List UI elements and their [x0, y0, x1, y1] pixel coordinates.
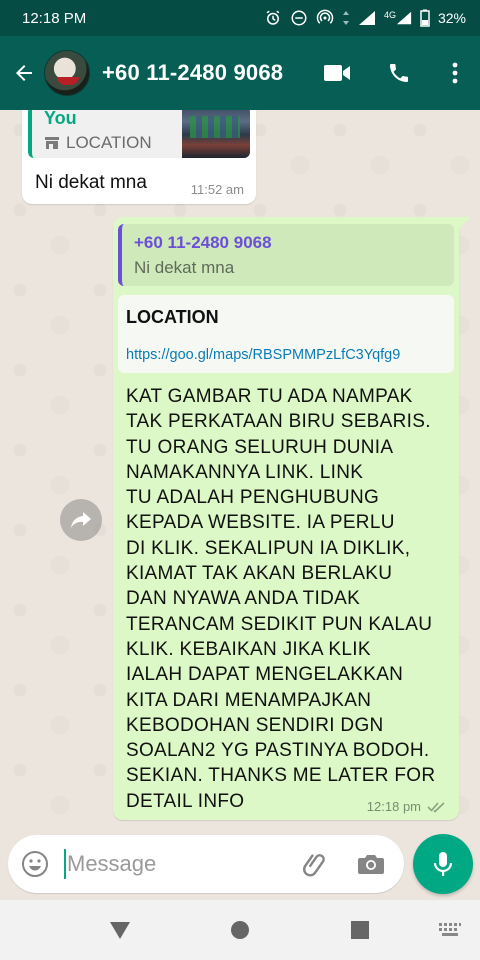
location-store-icon	[45, 137, 59, 149]
microphone-icon	[433, 852, 453, 876]
quoted-reply[interactable]: +60 11-2480 9068 Ni dekat mna	[118, 224, 454, 286]
quoted-text: Ni dekat mna	[134, 258, 235, 277]
video-call-icon	[324, 65, 350, 81]
nav-back-button[interactable]	[100, 900, 140, 960]
chat-header: +60 11-2480 9068	[0, 36, 480, 110]
link-url[interactable]: https://goo.gl/maps/RBSPMMPzLfC3Yqfg9	[126, 347, 400, 363]
voice-record-button[interactable]	[413, 834, 473, 894]
emoji-button[interactable]	[8, 835, 62, 893]
emoji-icon	[22, 851, 48, 877]
message-time: 11:52 am	[190, 182, 244, 197]
quoted-location-label: LOCATION	[66, 133, 152, 152]
more-options-button[interactable]	[430, 36, 480, 110]
contact-name[interactable]: +60 11-2480 9068	[102, 60, 283, 86]
message-text: KAT GAMBAR TU ADA NAMPAK TAK PERKATAAN B…	[126, 386, 436, 812]
nav-back-triangle-icon	[110, 922, 130, 939]
chat-area[interactable]: You LOCATION Ni dekat mna 11:52 am +60 1…	[0, 110, 480, 832]
keyboard-icon	[439, 923, 461, 936]
do-not-disturb-icon	[290, 9, 308, 27]
status-bar: 12:18 PM 4G 32%	[0, 0, 480, 36]
message-text: Ni dekat mna	[35, 172, 147, 193]
incoming-message[interactable]: You LOCATION Ni dekat mna 11:52 am	[22, 110, 256, 204]
hotspot-icon	[316, 9, 334, 27]
quoted-sender: You	[44, 110, 77, 128]
quoted-reply[interactable]: You LOCATION	[28, 110, 250, 158]
nav-home-circle-icon	[231, 921, 249, 939]
voice-call-icon	[390, 64, 408, 82]
nav-recents-square-icon	[351, 921, 369, 939]
signal-icon	[358, 10, 376, 26]
forward-arrow-icon	[71, 512, 91, 528]
more-options-icon	[452, 62, 458, 84]
video-call-button[interactable]	[306, 36, 368, 110]
voice-call-button[interactable]	[368, 36, 430, 110]
camera-button[interactable]	[343, 835, 399, 893]
avatar[interactable]	[44, 50, 90, 96]
system-nav-bar	[0, 900, 480, 960]
network-type-icon: 4G	[384, 10, 412, 26]
text-cursor	[64, 849, 66, 879]
network-type-label: 4G	[383, 10, 396, 20]
link-preview-title: LOCATION	[126, 307, 219, 327]
message-composer	[8, 835, 404, 893]
status-time: 12:18 PM	[22, 9, 87, 27]
message-meta: 12:18 pm	[367, 799, 447, 814]
attach-button[interactable]	[287, 835, 343, 893]
battery-percent: 32%	[437, 10, 466, 26]
nav-home-button[interactable]	[220, 900, 260, 960]
status-icons: 4G 32%	[264, 9, 466, 27]
message-input[interactable]	[67, 844, 287, 884]
location-thumbnail	[182, 110, 250, 158]
outgoing-message[interactable]: +60 11-2480 9068 Ni dekat mna LOCATION h…	[113, 217, 471, 820]
header-actions	[306, 36, 480, 110]
camera-icon	[358, 855, 384, 874]
message-time: 12:18 pm	[366, 799, 421, 814]
forward-button[interactable]	[60, 499, 102, 541]
nav-recents-button[interactable]	[340, 900, 380, 960]
quoted-sender: +60 11-2480 9068	[134, 233, 272, 252]
back-button[interactable]	[4, 36, 44, 110]
battery-icon	[420, 9, 430, 27]
data-arrows-icon	[342, 10, 350, 26]
alarm-icon	[264, 9, 282, 27]
nav-keyboard-button[interactable]	[430, 900, 470, 960]
back-arrow-icon	[16, 65, 32, 81]
quoted-location: LOCATION	[44, 133, 152, 153]
double-check-icon	[427, 801, 445, 813]
link-preview[interactable]: LOCATION https://goo.gl/maps/RBSPMMPzLfC…	[118, 295, 454, 373]
paperclip-icon	[302, 854, 325, 877]
